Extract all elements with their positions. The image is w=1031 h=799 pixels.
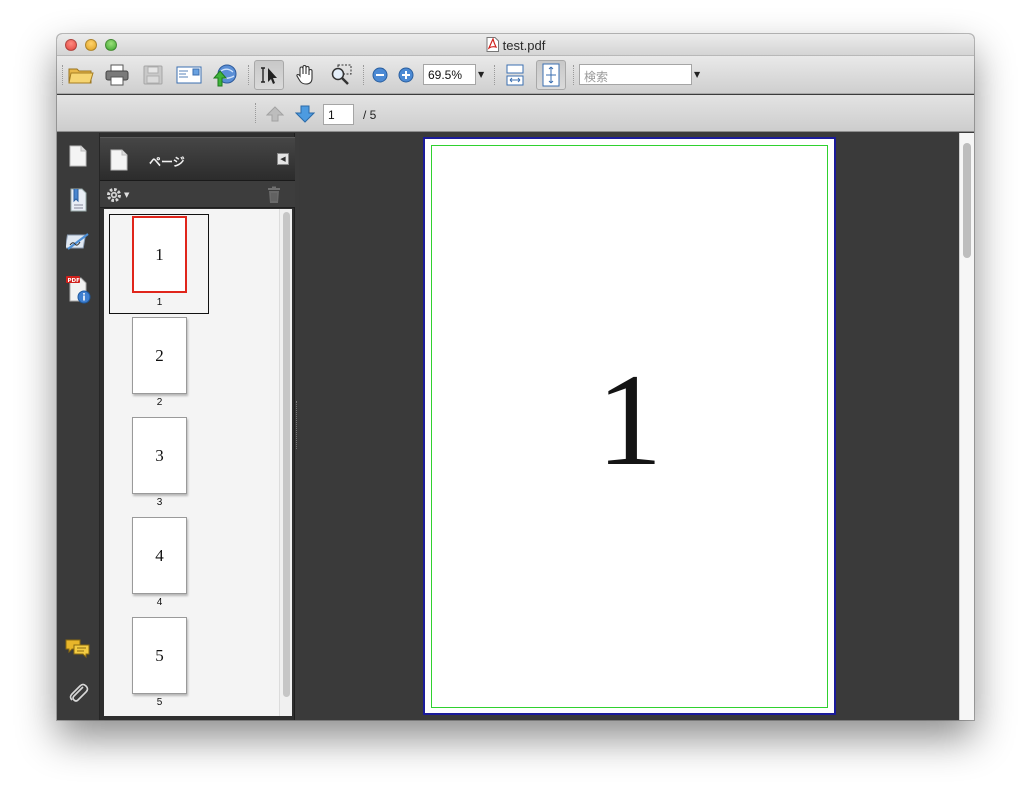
title-bar[interactable]: test.pdf bbox=[57, 34, 974, 56]
pdf-file-icon bbox=[486, 37, 499, 52]
email-envelope-icon bbox=[176, 66, 202, 84]
page-total-label: / 5 bbox=[363, 108, 377, 122]
bookmarks-panel-button[interactable] bbox=[65, 187, 91, 213]
page-thumbnails-list: 1 1 2 2 3 3 4 4 5 5 bbox=[104, 209, 292, 716]
thumbnails-scrollbar-thumb[interactable] bbox=[283, 212, 290, 697]
arrow-up-icon bbox=[266, 106, 284, 122]
toolbar-separator bbox=[573, 65, 575, 85]
open-file-button[interactable] bbox=[66, 60, 96, 90]
pages-panel-toolbar: ▼ bbox=[100, 181, 295, 208]
zoom-magnifier-icon bbox=[331, 64, 352, 85]
select-tool-button[interactable] bbox=[254, 60, 284, 90]
save-button[interactable] bbox=[138, 60, 168, 90]
comments-icon bbox=[65, 639, 90, 659]
page-content-number: 1 bbox=[596, 346, 663, 493]
page-thumbnail[interactable]: 1 bbox=[132, 216, 187, 293]
navigation-pane-rail: PDF bbox=[57, 133, 100, 720]
svg-text:PDF: PDF bbox=[68, 278, 81, 284]
document-properties-button[interactable]: PDF bbox=[65, 273, 91, 305]
pages-panel-button[interactable] bbox=[65, 143, 91, 169]
comments-panel-button[interactable] bbox=[65, 636, 91, 662]
signatures-panel-button[interactable] bbox=[65, 229, 91, 255]
main-toolbar: 69.5% ▼ 検索 ▼ bbox=[57, 56, 974, 94]
zoom-in-plus-icon bbox=[398, 67, 414, 83]
pdf-page[interactable]: 1 bbox=[423, 137, 836, 715]
collapse-panel-button[interactable]: ◀ bbox=[277, 153, 289, 165]
select-text-cursor-icon bbox=[261, 67, 277, 84]
paperclip-icon bbox=[69, 683, 89, 702]
thumbnail-page-number: 2 bbox=[155, 345, 164, 365]
toolbar-separator bbox=[363, 65, 365, 85]
thumbnail-page-number: 5 bbox=[155, 645, 164, 665]
attachments-panel-button[interactable] bbox=[65, 680, 91, 706]
thumbnail-page-number: 3 bbox=[155, 445, 164, 465]
splitter-grip[interactable] bbox=[296, 401, 298, 449]
arrow-down-icon bbox=[295, 105, 315, 123]
toolbar-grip[interactable] bbox=[255, 103, 257, 123]
document-scrollbar-thumb[interactable] bbox=[963, 143, 971, 258]
trash-icon bbox=[268, 186, 280, 203]
toolbar-separator bbox=[248, 65, 250, 85]
bookmark-icon bbox=[70, 188, 87, 212]
fit-page-button[interactable] bbox=[536, 60, 566, 90]
chevron-left-icon: ◀ bbox=[280, 155, 286, 163]
zoom-level-input[interactable]: 69.5% bbox=[423, 64, 476, 85]
zoom-dropdown-icon[interactable]: ▼ bbox=[478, 70, 484, 79]
zoom-out-minus-icon bbox=[372, 67, 388, 83]
hand-tool-button[interactable] bbox=[290, 60, 320, 90]
thumbnail-label: 3 bbox=[156, 497, 163, 508]
email-button[interactable] bbox=[174, 60, 204, 90]
save-disk-icon bbox=[143, 65, 163, 85]
document-view[interactable]: 1 bbox=[299, 133, 959, 720]
page-thumbnail[interactable]: 3 bbox=[132, 417, 187, 494]
share-online-button[interactable] bbox=[210, 60, 240, 90]
search-dropdown-icon[interactable]: ▼ bbox=[694, 70, 700, 79]
previous-page-button[interactable] bbox=[260, 99, 290, 129]
chevron-down-icon: ▼ bbox=[124, 191, 130, 199]
search-input[interactable]: 検索 bbox=[579, 64, 692, 85]
page-navigation-bar: 1 / 5 bbox=[57, 95, 974, 132]
pages-panel-title: ページ bbox=[149, 155, 185, 169]
printer-icon bbox=[105, 64, 129, 86]
page-thumbnail[interactable]: 5 bbox=[132, 617, 187, 694]
toolbar-grip[interactable] bbox=[62, 65, 64, 85]
thumbnail-label: 4 bbox=[156, 597, 163, 608]
page-icon bbox=[69, 145, 87, 167]
window-title: test.pdf bbox=[57, 37, 974, 53]
marquee-zoom-button[interactable] bbox=[326, 60, 356, 90]
page-icon bbox=[110, 149, 128, 171]
delete-pages-button[interactable] bbox=[266, 186, 284, 204]
thumbnail-page-number: 4 bbox=[155, 545, 164, 565]
zoom-in-button[interactable] bbox=[392, 60, 420, 90]
pdf-info-icon: PDF bbox=[66, 276, 91, 304]
pages-panel-header: ページ ◀ bbox=[100, 137, 295, 181]
zoom-out-button[interactable] bbox=[366, 60, 394, 90]
fit-page-icon bbox=[542, 63, 560, 87]
window-title-text: test.pdf bbox=[502, 38, 546, 53]
gear-icon bbox=[107, 188, 121, 202]
fit-width-page-icon bbox=[506, 64, 524, 86]
thumbnails-scrollbar[interactable] bbox=[279, 209, 292, 716]
options-menu-button[interactable]: ▼ bbox=[106, 186, 136, 204]
toolbar-separator bbox=[494, 65, 496, 85]
thumbnail-label: 2 bbox=[156, 397, 163, 408]
page-thumbnail[interactable]: 4 bbox=[132, 517, 187, 594]
document-scrollbar[interactable] bbox=[959, 133, 974, 720]
pages-panel: ページ ◀ ▼ 1 1 2 2 3 3 4 4 5 5 bbox=[100, 133, 295, 720]
thumbnail-page-number: 1 bbox=[155, 244, 164, 264]
page-thumbnail[interactable]: 2 bbox=[132, 317, 187, 394]
hand-icon bbox=[296, 64, 313, 85]
globe-upload-icon bbox=[212, 64, 237, 87]
thumbnail-label: 1 bbox=[156, 297, 163, 308]
next-page-button[interactable] bbox=[290, 99, 320, 129]
signature-pen-icon bbox=[66, 233, 89, 250]
print-button[interactable] bbox=[102, 60, 132, 90]
current-page-input[interactable]: 1 bbox=[323, 104, 354, 125]
thumbnail-label: 5 bbox=[156, 697, 163, 708]
open-folder-icon bbox=[68, 68, 94, 84]
scroll-mode-button[interactable] bbox=[500, 60, 530, 90]
acrobat-window: test.pdf 69.5% ▼ 検索 ▼ 1 / 5 PDF ページ ◀ ▼ … bbox=[57, 34, 974, 720]
